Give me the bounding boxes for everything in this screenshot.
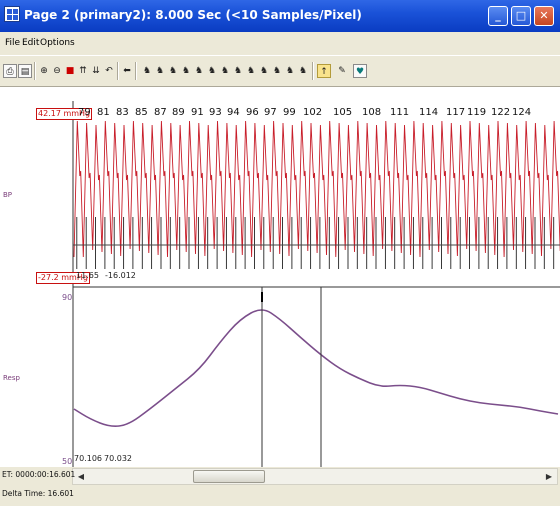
resp-top-scale: 90 xyxy=(62,293,73,302)
marker-z-icon[interactable]: ♞ xyxy=(257,64,271,78)
beat-label: 105 xyxy=(333,107,353,118)
menu-file[interactable]: File xyxy=(5,38,20,48)
elapsed-time: ET: 0000:00:16.601 xyxy=(2,470,76,479)
bp-left-readout: 11.65 xyxy=(76,271,99,280)
scroll-left-icon[interactable]: ◀ xyxy=(74,470,88,483)
horizontal-scrollbar[interactable]: ◀ ▶ xyxy=(72,468,558,485)
preview-icon[interactable]: ▤ xyxy=(18,64,32,78)
beat-label: 119 xyxy=(467,107,487,118)
beat-label: 122 xyxy=(491,107,511,118)
scroll-down-icon[interactable]: ⇊ xyxy=(89,64,103,78)
beat-label: 99 xyxy=(283,107,296,118)
print-icon[interactable]: ⎙ xyxy=(3,64,17,78)
menu-edit[interactable]: Edit xyxy=(22,38,39,48)
marker-a-icon[interactable]: ♞ xyxy=(270,64,284,78)
title-bar: Page 2 (primary2): 8.000 Sec (<10 Sample… xyxy=(0,0,560,32)
close-button[interactable]: ✕ xyxy=(534,6,554,26)
menu-options[interactable]: Options xyxy=(40,38,75,48)
marker-w-icon[interactable]: ♞ xyxy=(218,64,232,78)
marker-b-icon[interactable]: ♞ xyxy=(283,64,297,78)
beat-label: 93 xyxy=(209,107,222,118)
beat-label: 85 xyxy=(135,107,148,118)
resp-waveform xyxy=(73,309,559,427)
marker-r-icon[interactable]: ♞ xyxy=(192,64,206,78)
beat-label: 117 xyxy=(446,107,466,118)
beat-label: 96 xyxy=(246,107,259,118)
delta-time: Delta Time: 16.601 xyxy=(2,489,74,498)
back-icon[interactable]: ⬅ xyxy=(120,64,134,78)
flag-icon[interactable]: ↑ xyxy=(317,64,331,78)
scroll-right-icon[interactable]: ▶ xyxy=(542,470,556,483)
toolbar: ⎙ ▤ ⊕ ⊖ ■ ⇈ ⇊ ↶ ⬅ ♞ ♞ ♞ ♞ ♞ ♞ ♞ ♞ ♞ ♞ ♞ … xyxy=(0,55,560,87)
resp-bottom-scale: 50 xyxy=(62,457,73,466)
beat-label: 94 xyxy=(227,107,240,118)
menu-bar: File Edit Options xyxy=(0,33,560,53)
edit-icon[interactable]: ✎ xyxy=(335,64,349,78)
marker-s-icon[interactable]: ♞ xyxy=(166,64,180,78)
beat-label: 83 xyxy=(116,107,129,118)
bp-right-readout: -16.012 xyxy=(105,271,136,280)
beat-label: 87 xyxy=(154,107,167,118)
resp-left-readout: 70.106 xyxy=(74,454,102,463)
window-title: Page 2 (primary2): 8.000 Sec (<10 Sample… xyxy=(24,8,362,22)
beat-label: 79 xyxy=(78,107,91,118)
bp-channel-label[interactable]: BP xyxy=(3,191,12,199)
marker-v-icon[interactable]: ♞ xyxy=(153,64,167,78)
ecg-icon[interactable]: ♥ xyxy=(353,64,367,78)
marker-u-icon[interactable]: ♞ xyxy=(205,64,219,78)
marker-t-icon[interactable]: ♞ xyxy=(179,64,193,78)
scroll-up-icon[interactable]: ⇈ xyxy=(76,64,90,78)
beat-label: 111 xyxy=(390,107,410,118)
resp-channel-label[interactable]: Resp xyxy=(3,374,20,382)
zoom-in-icon[interactable]: ⊕ xyxy=(37,64,51,78)
plot-area[interactable]: BP Resp 42.17 mmHg -27.2 mmHg 11.65 -16.… xyxy=(0,87,560,467)
undo-icon[interactable]: ↶ xyxy=(102,64,116,78)
zoom-out-icon[interactable]: ⊖ xyxy=(50,64,64,78)
marker-y-icon[interactable]: ♞ xyxy=(244,64,258,78)
marker-x-icon[interactable]: ♞ xyxy=(231,64,245,78)
beat-label: 89 xyxy=(172,107,185,118)
marker-icon[interactable]: ■ xyxy=(63,64,77,78)
beat-label: 81 xyxy=(97,107,110,118)
app-icon[interactable] xyxy=(4,6,20,22)
beat-label: 97 xyxy=(264,107,277,118)
beat-label: 124 xyxy=(512,107,532,118)
resp-right-readout: 70.032 xyxy=(104,454,132,463)
beat-label: 91 xyxy=(191,107,204,118)
scroll-thumb[interactable] xyxy=(193,470,265,483)
beat-label: 108 xyxy=(362,107,382,118)
minimize-button[interactable]: _ xyxy=(488,6,508,26)
beat-label: 102 xyxy=(303,107,323,118)
beat-label: 114 xyxy=(419,107,439,118)
bp-waveform xyxy=(73,120,560,258)
marker-c-icon[interactable]: ♞ xyxy=(296,64,310,78)
marker-q-icon[interactable]: ♞ xyxy=(140,64,154,78)
maximize-button[interactable]: □ xyxy=(511,6,531,26)
